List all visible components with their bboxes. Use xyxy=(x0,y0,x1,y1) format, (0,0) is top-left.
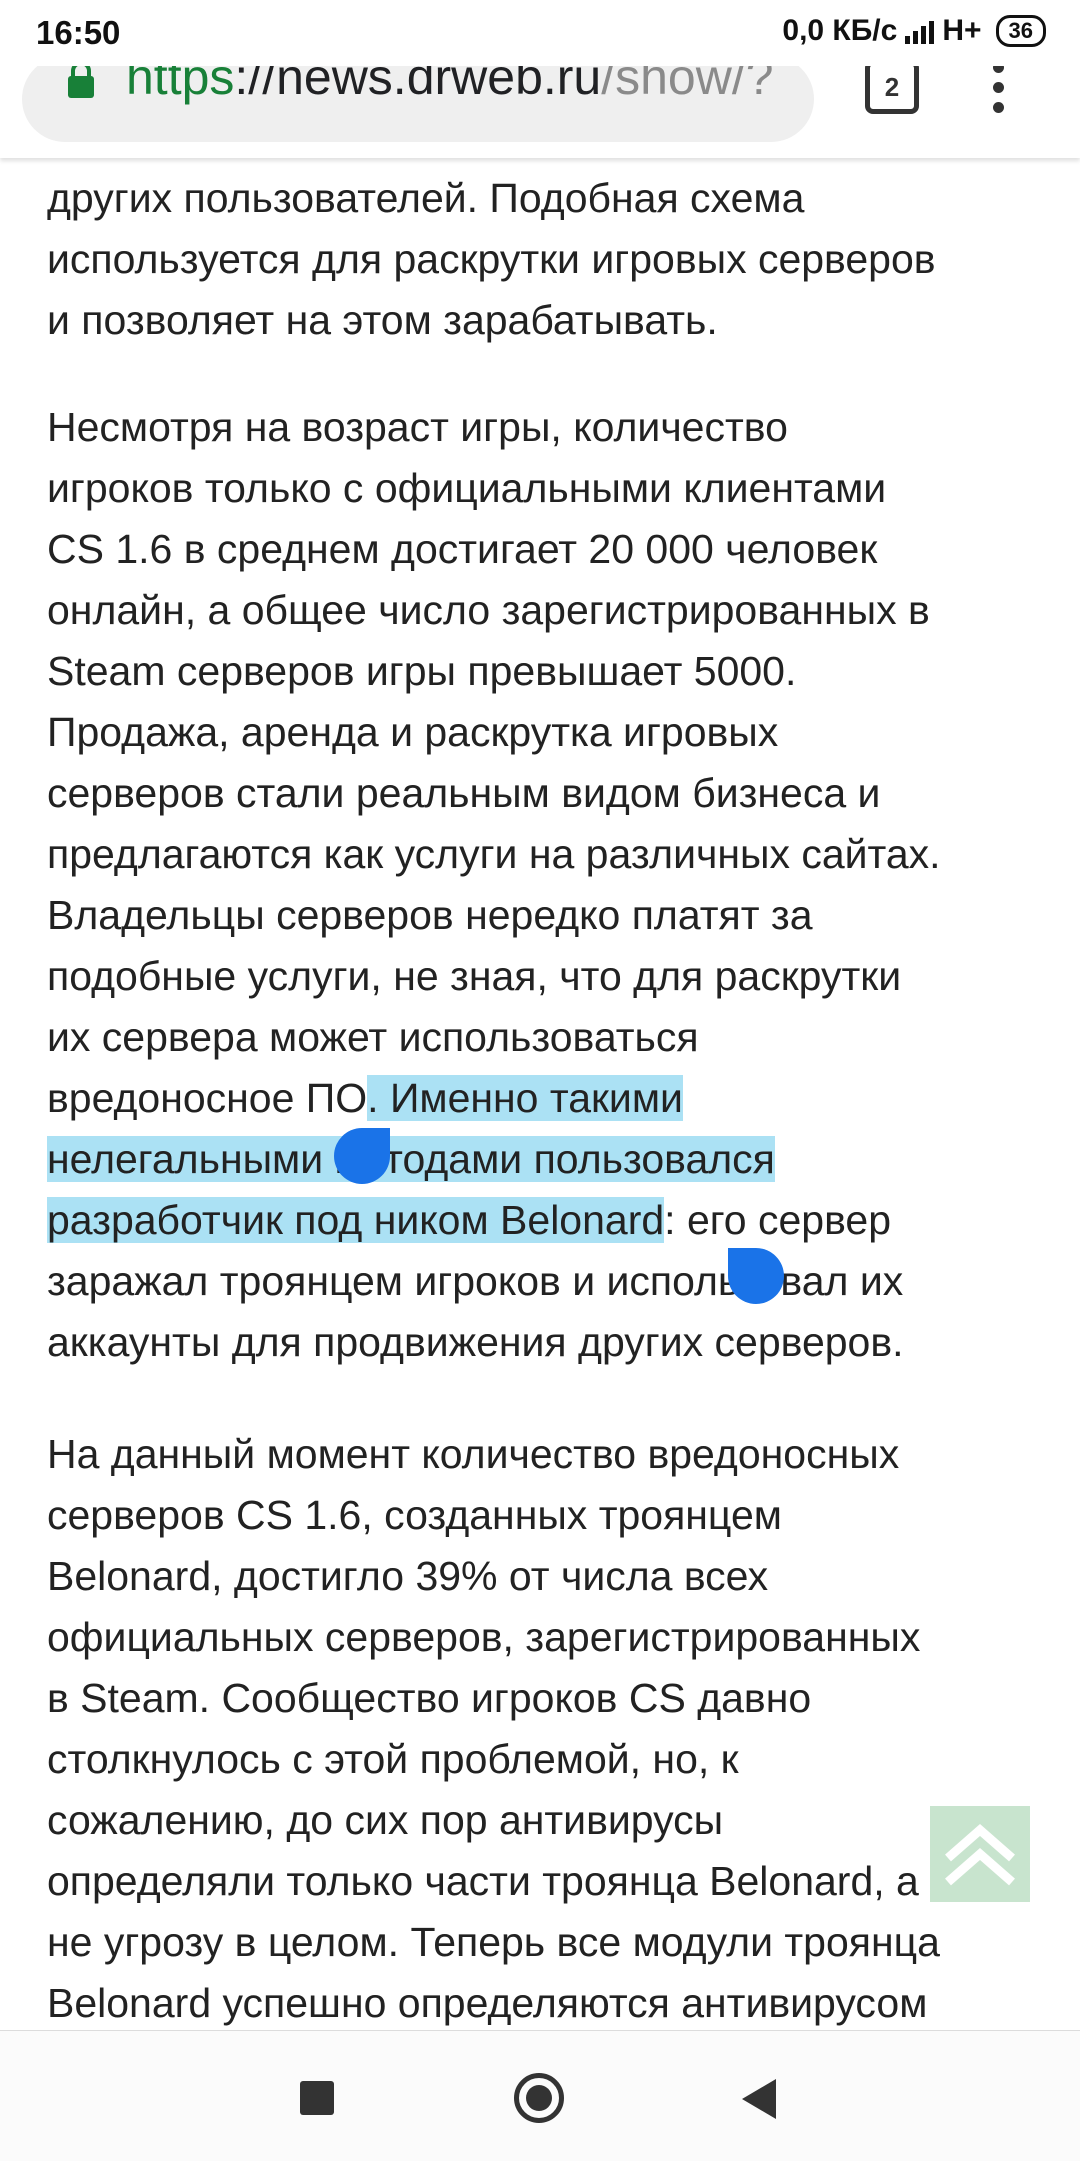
double-chevron-up-icon xyxy=(945,1824,1015,1886)
paragraph-2-text: Несмотря на возраст игры, количество игр… xyxy=(47,404,941,1121)
paragraph-2: Несмотря на возраст игры, количество игр… xyxy=(47,397,1057,1373)
lock-icon xyxy=(68,61,94,98)
signal-icon xyxy=(905,18,935,44)
network-type: H+ xyxy=(942,14,982,47)
circle-icon[interactable] xyxy=(514,2073,564,2123)
selection-start-handle[interactable] xyxy=(334,1128,390,1184)
tab-switcher-button[interactable]: 2 xyxy=(865,60,919,114)
scroll-top-button[interactable] xyxy=(930,1806,1030,1902)
more-vert-icon[interactable] xyxy=(990,62,1006,122)
browser-toolbar: https://news.drweb.ru/show/? 2 xyxy=(0,56,1080,158)
square-icon[interactable] xyxy=(300,2081,334,2115)
selection-end-handle[interactable] xyxy=(728,1248,784,1304)
status-indicators: 0,0 КБ/с H+ 36 xyxy=(782,14,1046,48)
triangle-back-icon[interactable] xyxy=(742,2079,776,2119)
system-nav-bar xyxy=(0,2030,1080,2161)
battery-icon: 36 xyxy=(995,15,1046,47)
network-speed: 0,0 КБ/с xyxy=(782,14,898,47)
status-bar: 16:50 0,0 КБ/с H+ 36 xyxy=(0,0,1080,66)
paragraph-1: других пользователей. Подобная схема исп… xyxy=(47,175,936,343)
paragraph-3: На данный момент количество вредоносных … xyxy=(47,1431,940,2026)
url-bar[interactable]: https://news.drweb.ru/show/? xyxy=(22,56,814,142)
status-time: 16:50 xyxy=(36,14,121,51)
